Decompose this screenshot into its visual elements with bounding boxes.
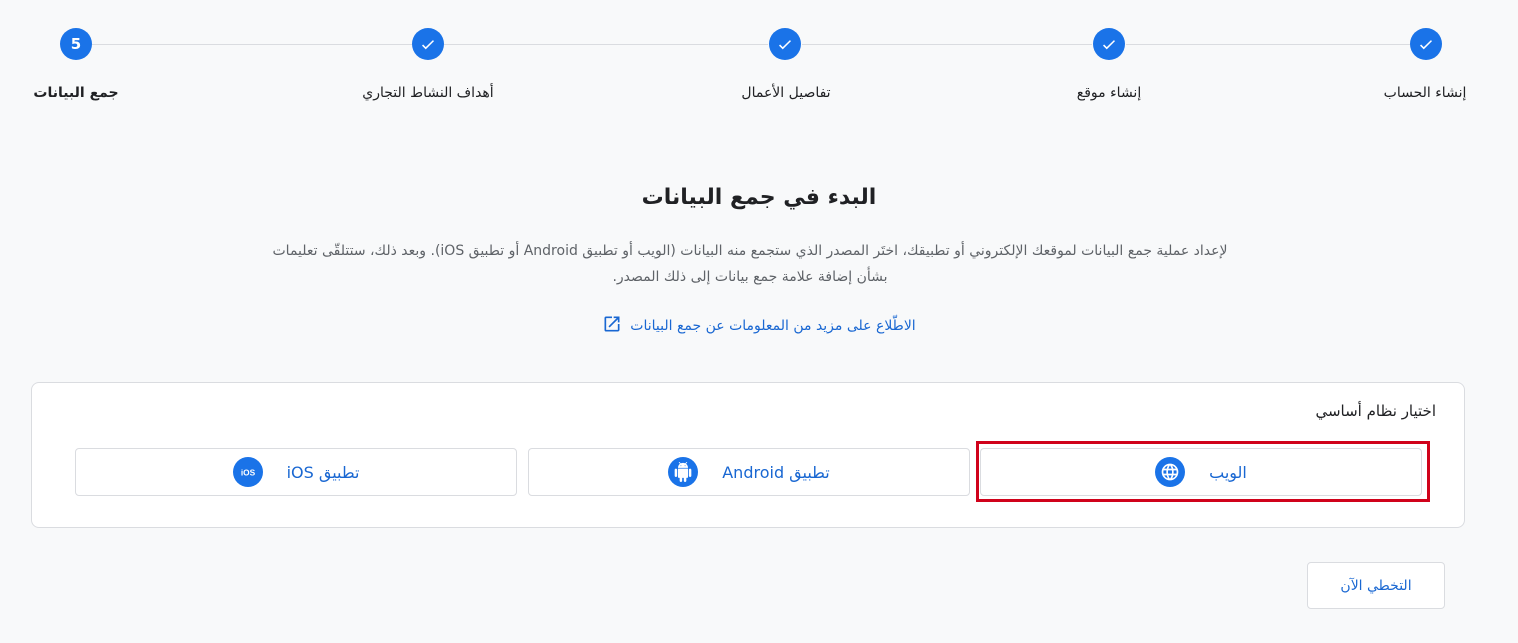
globe-icon — [1155, 457, 1186, 487]
stepper-connector — [1126, 44, 1410, 45]
step-4-label: أهداف النشاط التجاري — [362, 85, 494, 101]
description-line-2: بشأن إضافة علامة جمع بيانات إلى ذلك المص… — [612, 269, 888, 285]
learn-more-link-text[interactable]: الاطّلاع على مزيد من المعلومات عن جمع ال… — [630, 318, 915, 334]
step-3-label: تفاصيل الأعمال — [741, 85, 831, 101]
open-in-new-icon — [602, 314, 622, 338]
platform-card-title: اختيار نظام أساسي — [1315, 402, 1436, 420]
page-title: البدء في جمع البيانات — [641, 185, 877, 210]
platform-option-android[interactable]: تطبيق Android — [528, 448, 970, 496]
skip-now-button[interactable]: التخطي الآن — [1307, 562, 1445, 609]
stepper-connector — [802, 44, 1092, 45]
platform-option-label: تطبيق Android — [722, 462, 830, 482]
description-line-1: لإعداد عملية جمع البيانات لموقعك الإلكتر… — [272, 243, 1228, 259]
step-2-check-icon — [1093, 28, 1125, 60]
step-4-check-icon — [412, 28, 444, 60]
step-2-label: إنشاء موقع — [1076, 85, 1142, 101]
platform-option-label: تطبيق iOS — [286, 462, 360, 482]
platform-option-web[interactable]: الويب — [980, 448, 1422, 496]
platform-selection-card: اختيار نظام أساسي الويب تطبيق Android تط… — [31, 382, 1465, 528]
step-1-check-icon — [1410, 28, 1442, 60]
platform-option-label: الويب — [1209, 462, 1247, 482]
step-5-label: جمع البيانات — [33, 85, 119, 101]
stepper-connector — [92, 44, 412, 45]
page-description: لإعداد عملية جمع البيانات لموقعك الإلكتر… — [220, 238, 1280, 290]
stepper-connector — [444, 44, 768, 45]
ios-icon: iOS — [232, 457, 263, 487]
step-1-label: إنشاء الحساب — [1383, 85, 1467, 101]
android-icon — [668, 457, 699, 487]
step-5-number-badge: 5 — [60, 28, 92, 60]
learn-more-link[interactable]: الاطّلاع على مزيد من المعلومات عن جمع ال… — [0, 314, 1518, 338]
svg-text:iOS: iOS — [240, 467, 255, 477]
step-3-check-icon — [769, 28, 801, 60]
setup-stepper: إنشاء الحساب إنشاء موقع تفاصيل الأعمال أ… — [0, 0, 1518, 120]
platform-option-ios[interactable]: تطبيق iOS iOS — [75, 448, 517, 496]
